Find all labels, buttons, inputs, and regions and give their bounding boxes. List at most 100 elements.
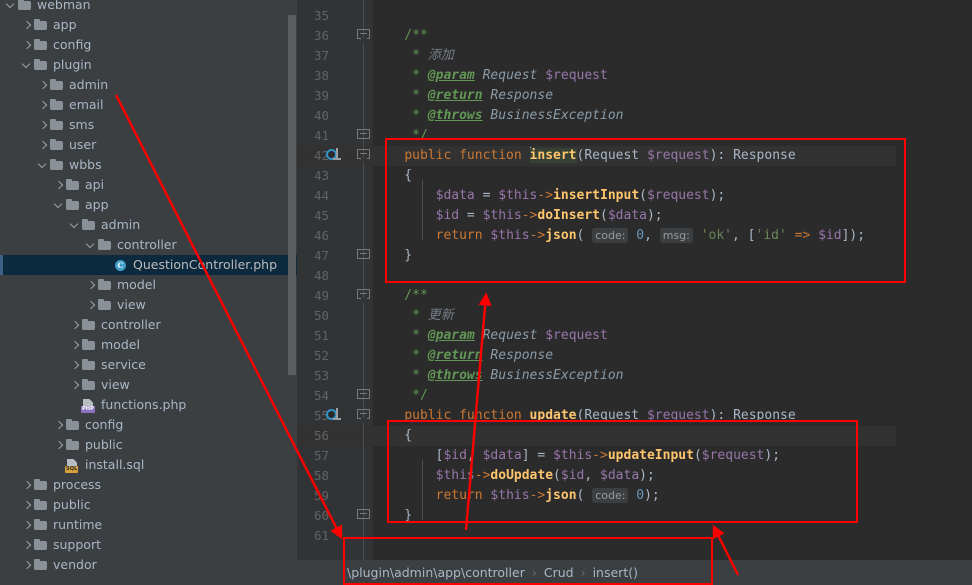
code-fold-toggle-icon[interactable] [357,289,370,303]
folder-icon [17,0,33,15]
chevron-right-icon[interactable] [38,75,49,95]
tree-item-label: view [117,297,146,312]
tree-item-sms[interactable]: sms [0,115,297,135]
chevron-right-icon[interactable] [22,15,33,35]
folder-icon [81,315,97,335]
tree-item-controller[interactable]: controller [0,315,297,335]
line-number-60: 60 [313,508,329,523]
chevron-down-icon[interactable] [86,235,97,255]
tree-item-admin[interactable]: admin [0,75,297,95]
tree-item-config[interactable]: config [0,35,297,55]
chevron-right-icon[interactable] [70,335,81,355]
chevron-right-icon[interactable] [22,495,33,515]
chevron-right-icon[interactable] [38,95,49,115]
tree-item-app[interactable]: app [0,195,297,215]
chevron-down-icon[interactable] [22,55,33,75]
tree-item-label: view [101,377,130,392]
tree-item-wbbs[interactable]: wbbs [0,155,297,175]
tree-item-public[interactable]: public [0,495,297,515]
line-number-51: 51 [313,328,329,343]
tree-item-plugin[interactable]: plugin [0,55,297,75]
line-number-61: 61 [313,528,329,543]
tree-item-api[interactable]: api [0,175,297,195]
tree-item-app[interactable]: app [0,15,297,35]
tree-item-view[interactable]: view [0,295,297,315]
tree-item-model[interactable]: model [0,275,297,295]
chevron-right-icon[interactable] [38,135,49,155]
code-editor[interactable]: 35 36 37 38 39 40 41 42 43 44 45 46 47 48 49 50 51 52 53 54… [297,0,972,585]
chevron-down-icon[interactable] [6,0,17,15]
code-content[interactable]: /** * 添加 * @param Request $request * @re… [373,0,972,585]
breadcrumb[interactable]: \plugin\admin\app\controller › Crud › insert… [297,560,972,585]
tree-item-process[interactable]: process [0,475,297,495]
folder-icon [49,115,65,135]
param-hint-msg: msg: [659,228,693,243]
chevron-right-icon[interactable] [86,275,97,295]
project-tree-panel[interactable]: webman app config plugin admin email sms user wb… [0,0,297,585]
chevron-down-icon[interactable] [38,155,49,175]
tree-item-support[interactable]: support [0,535,297,555]
tree-item-view[interactable]: view [0,375,297,395]
code-fold-toggle-icon[interactable] [357,249,370,263]
tree-item-config[interactable]: config [0,415,297,435]
folder-icon [33,15,49,35]
tree-item-runtime[interactable]: runtime [0,515,297,535]
line-number-58: 58 [313,468,329,483]
tree-item-admin[interactable]: admin [0,215,297,235]
implementing-method-marker-icon[interactable] [325,147,343,165]
chevron-right-icon[interactable] [22,555,33,575]
chevron-right-icon[interactable] [70,315,81,335]
chevron-right-icon[interactable] [70,375,81,395]
chevron-right-icon[interactable] [38,115,49,135]
chevron-right-icon[interactable] [54,435,65,455]
line-number-37: 37 [313,48,329,63]
breadcrumb-namespace[interactable]: \plugin\admin\app\controller [347,565,525,580]
breadcrumb-class[interactable]: Crud [544,565,574,580]
tree-item-controller[interactable]: controller [0,235,297,255]
tree-item-questioncontroller-php[interactable]: C QuestionController.php [0,255,297,275]
chevron-down-icon[interactable] [70,215,81,235]
tree-item-model[interactable]: model [0,335,297,355]
chevron-right-icon[interactable] [22,35,33,55]
tree-item-label: QuestionController.php [133,257,278,272]
tree-item-vendor[interactable]: vendor [0,555,297,575]
tree-item-label: public [53,497,91,512]
code-fold-toggle-icon[interactable] [357,509,370,523]
code-line-56: { [373,428,413,443]
folder-icon [81,375,97,395]
code-fold-toggle-icon[interactable] [357,389,370,403]
chevron-down-icon[interactable] [54,195,65,215]
code-fold-toggle-icon[interactable] [357,129,370,143]
chevron-right-icon[interactable] [22,515,33,535]
tree-item-public[interactable]: public [0,435,297,455]
chevron-right-icon[interactable] [54,175,65,195]
code-fold-toggle-icon[interactable] [357,149,370,163]
breadcrumb-method[interactable]: insert() [593,565,638,580]
code-line-37: * 添加 [373,48,454,63]
tree-item-service[interactable]: service [0,355,297,375]
tree-item-webman[interactable]: webman [0,0,297,15]
chevron-right-icon[interactable] [70,355,81,375]
editor-gutter[interactable]: 35 36 37 38 39 40 41 42 43 44 45 46 47 48 49 50 51 52 53 54… [297,0,373,585]
chevron-right-icon[interactable] [86,295,97,315]
chevron-right-icon[interactable] [54,415,65,435]
folder-icon [49,95,65,115]
folder-icon [33,535,49,555]
implementing-method-marker-icon[interactable] [325,407,343,425]
code-fold-toggle-icon[interactable] [357,409,370,423]
chevron-right-icon[interactable] [22,475,33,495]
chevron-right-icon[interactable] [22,535,33,555]
tree-item-user[interactable]: user [0,135,297,155]
tree-item-email[interactable]: email [0,95,297,115]
tree-item-functions-php[interactable]: PHP functions.php [0,395,297,415]
tree-item-install-sql[interactable]: SQL install.sql [0,455,297,475]
code-fold-toggle-icon[interactable] [357,29,370,43]
tree-item-label: email [69,97,104,112]
